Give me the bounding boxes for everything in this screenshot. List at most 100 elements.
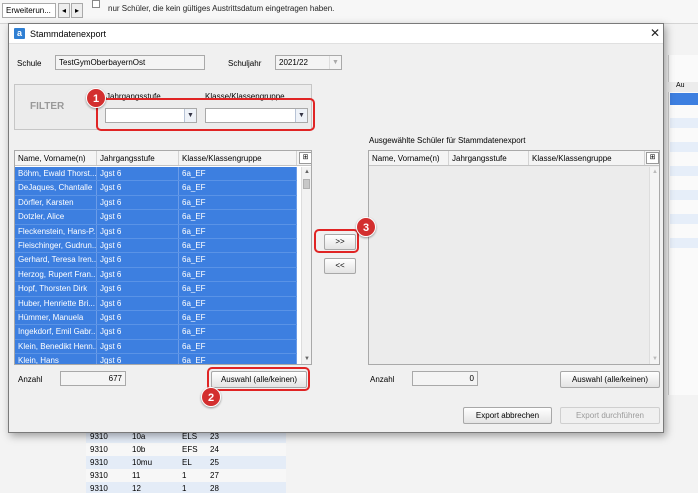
right-count-label: Anzahl: [370, 375, 395, 384]
student-row[interactable]: Huber, Henriette Bri... Jgst 6 6a_EF: [15, 296, 297, 311]
student-row[interactable]: DeJaques, Chantalle Jgst 6 6a_EF: [15, 181, 297, 196]
table-row[interactable]: 9310 12 1 28: [86, 482, 286, 493]
background-selected-row[interactable]: [670, 93, 698, 105]
student-name-cell: Klein, Benedikt Henn...: [15, 339, 97, 354]
table-cell: 25: [210, 458, 219, 467]
scrollbar-thumb[interactable]: [303, 179, 310, 189]
student-grade-cell: Jgst 6: [97, 325, 179, 339]
student-row[interactable]: Dörfler, Karsten Jgst 6 6a_EF: [15, 195, 297, 211]
column-header-klasse[interactable]: Klasse/Klassengruppe: [179, 151, 297, 165]
student-row[interactable]: Böhm, Ewald Thorst... Jgst 6 6a_EF: [15, 167, 297, 182]
background-tab[interactable]: Erweiterun...: [2, 3, 56, 18]
tab-prev-button[interactable]: ◂: [58, 3, 70, 18]
chevron-down-icon[interactable]: ▼: [329, 56, 341, 69]
student-class-cell: 6a_EF: [179, 238, 297, 253]
scroll-down-icon[interactable]: ▼: [302, 354, 311, 364]
student-name-cell: Fleckenstein, Hans-P...: [15, 224, 97, 238]
student-row[interactable]: Dotzler, Alice Jgst 6 6a_EF: [15, 210, 297, 225]
table-cell: 27: [210, 471, 219, 480]
student-grade-cell: Jgst 6: [97, 210, 179, 224]
student-list-body: Böhm, Ewald Thorst... Jgst 6 6a_EF DeJaques…: [15, 167, 297, 364]
student-row[interactable]: Klein, Hans Jgst 6 6a_EF: [15, 354, 297, 364]
select-all-right-button[interactable]: Auswahl (alle/keinen): [560, 371, 660, 388]
student-name-cell: Klein, Hans: [15, 354, 97, 364]
background-row: [670, 118, 698, 128]
column-header-jahrgangsstufe[interactable]: Jahrgangsstufe: [97, 151, 179, 165]
table-cell: 10b: [132, 445, 146, 454]
student-name-cell: Huber, Henriette Bri...: [15, 296, 97, 310]
student-name-cell: Ingekdorf, Emil Gabr...: [15, 325, 97, 339]
student-name-cell: Böhm, Ewald Thorst...: [15, 167, 97, 181]
table-cell: 9310: [90, 484, 108, 493]
schuljahr-dropdown[interactable]: 2021/22 ▼: [275, 55, 342, 70]
student-row[interactable]: Fleckenstein, Hans-P... Jgst 6 6a_EF: [15, 224, 297, 239]
table-cell: 24: [210, 445, 219, 454]
highlight-select-all-button: [207, 367, 310, 391]
column-header-name[interactable]: Name, Vorname(n): [369, 151, 449, 165]
tab-next-button[interactable]: ▸: [71, 3, 83, 18]
student-grade-cell: Jgst 6: [97, 267, 179, 282]
student-list-scrollbar[interactable]: ▲ ▼: [301, 167, 311, 364]
selected-students-header: Name, Vorname(n) Jahrgangsstufe Klasse/K…: [369, 151, 659, 166]
student-grade-cell: Jgst 6: [97, 224, 179, 238]
annotation-badge-2: 2: [201, 387, 221, 407]
student-row[interactable]: Fleischinger, Gudrun... Jgst 6 6a_EF: [15, 238, 297, 254]
column-chooser-icon[interactable]: ⊞: [646, 152, 659, 164]
student-grade-cell: Jgst 6: [97, 195, 179, 210]
filter-label: FILTER: [30, 101, 65, 112]
student-grade-cell: Jgst 6: [97, 238, 179, 253]
scroll-up-icon[interactable]: ▲: [302, 167, 311, 177]
student-grade-cell: Jgst 6: [97, 354, 179, 364]
student-name-cell: Dörfler, Karsten: [15, 195, 97, 210]
move-left-button[interactable]: <<: [324, 258, 356, 274]
student-name-cell: Dotzler, Alice: [15, 210, 97, 224]
background-row: [670, 190, 698, 200]
background-checkbox[interactable]: [92, 0, 100, 8]
student-name-cell: Fleischinger, Gudrun...: [15, 238, 97, 253]
selected-students-scrollbar[interactable]: ▲ ▼: [649, 167, 659, 364]
annotation-badge-3: 3: [356, 217, 376, 237]
table-cell: EFS: [182, 445, 198, 454]
export-cancel-button[interactable]: Export abbrechen: [463, 407, 552, 424]
column-chooser-icon[interactable]: ⊞: [299, 152, 311, 164]
student-name-cell: Gerhard, Teresa Iren...: [15, 253, 97, 267]
schule-field: TestGymOberbayernOst: [55, 55, 205, 70]
column-header-jahrgangsstufe[interactable]: Jahrgangsstufe: [449, 151, 529, 165]
student-row[interactable]: Hopf, Thorsten Dirk Jgst 6 6a_EF: [15, 282, 297, 297]
student-list-header: Name, Vorname(n) Jahrgangsstufe Klasse/K…: [15, 151, 311, 166]
scroll-down-icon[interactable]: ▼: [650, 354, 659, 364]
app-logo-icon: a: [14, 28, 25, 39]
column-header-name[interactable]: Name, Vorname(n): [15, 151, 97, 165]
student-grade-cell: Jgst 6: [97, 339, 179, 354]
table-cell: 9310: [90, 471, 108, 480]
annotation-badge-1: 1: [86, 88, 106, 108]
student-row[interactable]: Gerhard, Teresa Iren... Jgst 6 6a_EF: [15, 253, 297, 268]
table-cell: 1: [182, 471, 187, 480]
close-icon[interactable]: ✕: [649, 27, 661, 40]
student-list-grid: Name, Vorname(n) Jahrgangsstufe Klasse/K…: [14, 150, 312, 365]
student-row[interactable]: Klein, Benedikt Henn... Jgst 6 6a_EF: [15, 339, 297, 355]
student-name-cell: Hümmer, Manuela: [15, 310, 97, 325]
dialog-titlebar[interactable]: a Stammdatenexport ✕: [9, 24, 663, 44]
highlight-move-right-button: [314, 229, 359, 253]
table-cell: 10mu: [132, 458, 153, 467]
student-row[interactable]: Ingekdorf, Emil Gabr... Jgst 6 6a_EF: [15, 325, 297, 340]
background-toolbar: Erweiterun... ◂ ▸ nur Schüler, die kein …: [0, 0, 698, 24]
student-grade-cell: Jgst 6: [97, 253, 179, 267]
table-row[interactable]: 9310 11 1 27: [86, 469, 286, 482]
student-class-cell: 6a_EF: [179, 339, 297, 354]
column-header-klasse[interactable]: Klasse/Klassengruppe: [529, 151, 645, 165]
table-cell: 9310: [90, 445, 108, 454]
student-row[interactable]: Hümmer, Manuela Jgst 6 6a_EF: [15, 310, 297, 326]
background-right-header: Au: [668, 82, 698, 92]
selected-students-grid: Name, Vorname(n) Jahrgangsstufe Klasse/K…: [368, 150, 660, 365]
export-run-button[interactable]: Export durchführen: [560, 407, 660, 424]
scroll-up-icon[interactable]: ▲: [650, 167, 659, 177]
student-class-cell: 6a_EF: [179, 210, 297, 224]
left-count-label: Anzahl: [18, 375, 43, 384]
student-row[interactable]: Herzog, Rupert Fran... Jgst 6 6a_EF: [15, 267, 297, 283]
schule-label: Schule: [17, 59, 42, 68]
table-row[interactable]: 9310 10mu EL 25: [86, 456, 286, 469]
student-class-cell: 6a_EF: [179, 325, 297, 339]
table-row[interactable]: 9310 10b EFS 24: [86, 443, 286, 456]
